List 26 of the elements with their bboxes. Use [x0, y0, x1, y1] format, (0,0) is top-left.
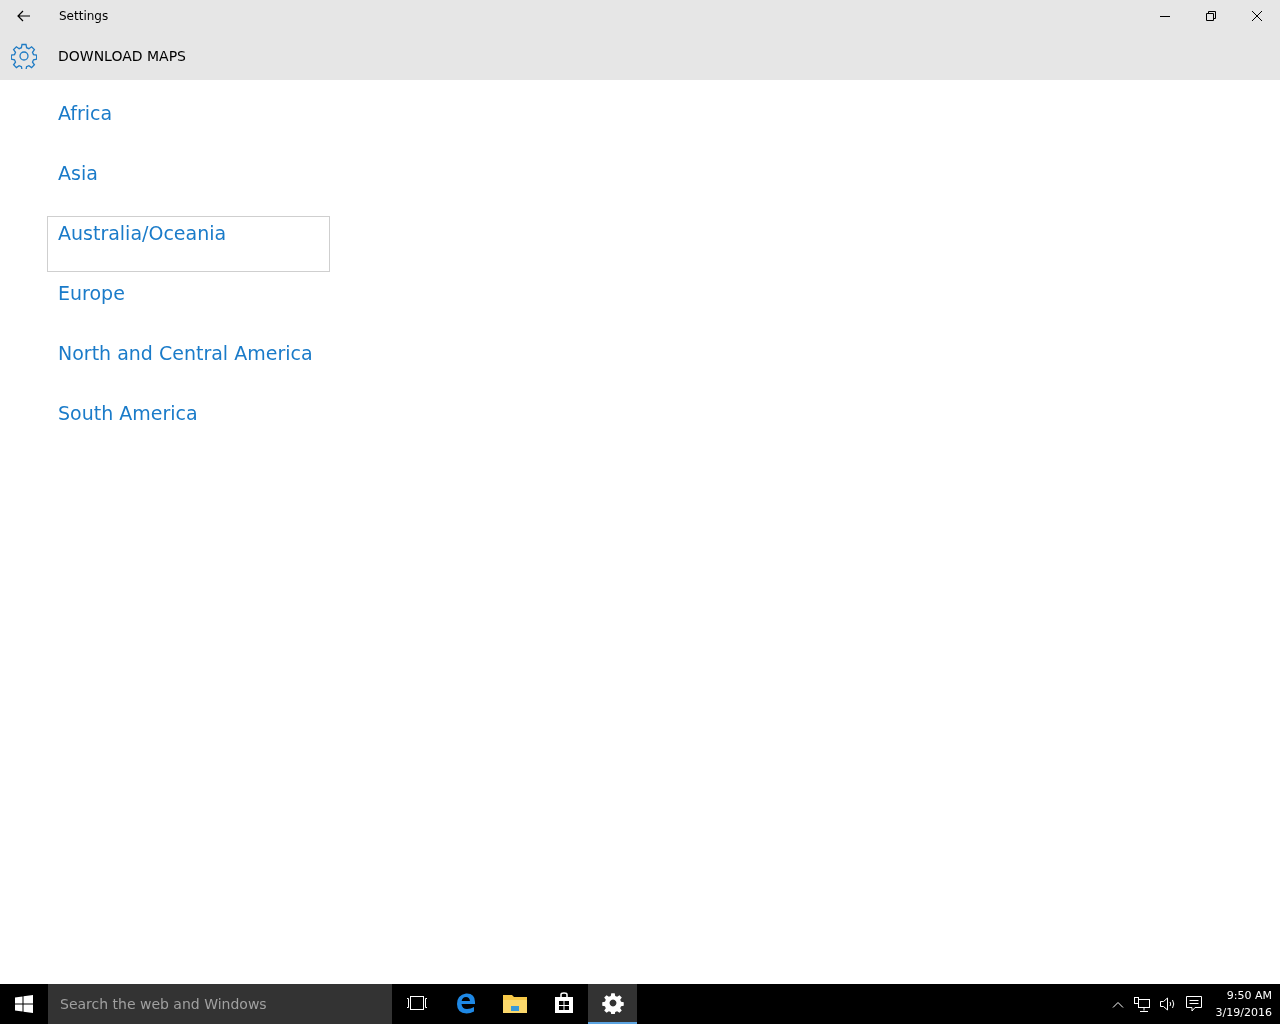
region-link[interactable]: Australia/Oceania [47, 216, 330, 272]
region-link[interactable]: South America [47, 396, 330, 452]
window-title: Settings [59, 9, 109, 23]
search-field[interactable]: Search the web and Windows [48, 984, 392, 1024]
speaker-icon[interactable] [1159, 997, 1176, 1011]
settings-icon [11, 43, 37, 69]
region-link[interactable]: Europe [47, 276, 330, 332]
back-arrow-icon [17, 10, 31, 22]
restore-icon [1206, 11, 1216, 21]
browser-e-icon [454, 992, 477, 1014]
taskbar-app-button[interactable] [588, 984, 637, 1024]
chevron-up-icon[interactable] [1111, 1000, 1124, 1008]
region-link[interactable]: North and Central America [47, 336, 330, 392]
windows-logo-icon [15, 995, 33, 1013]
task-view-icon [405, 995, 428, 1011]
page-heading: DOWNLOAD MAPS [58, 48, 186, 64]
notification-icon[interactable] [1185, 996, 1202, 1012]
clock-time[interactable]: 9:50 AM [1226, 987, 1272, 1004]
region-link[interactable]: Africa [47, 96, 330, 152]
folder-icon [502, 993, 527, 1013]
store-bag-icon [553, 992, 574, 1014]
network-icon[interactable] [1133, 996, 1150, 1012]
close-icon [1252, 11, 1262, 21]
region-link[interactable]: Asia [47, 156, 330, 212]
gear-icon [601, 992, 624, 1014]
clock-date[interactable]: 3/19/2016 [1215, 1004, 1272, 1021]
